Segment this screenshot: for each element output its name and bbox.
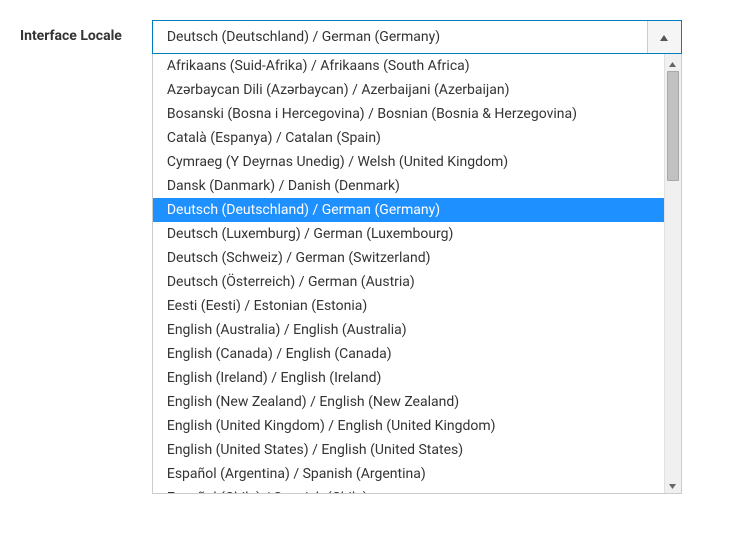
dropdown-selected-text: Deutsch (Deutschland) / German (Germany): [153, 29, 647, 45]
dropdown-option[interactable]: English (Canada) / English (Canada): [153, 342, 664, 366]
scrollbar-down-button[interactable]: [665, 476, 681, 493]
dropdown-option[interactable]: English (Ireland) / English (Ireland): [153, 366, 664, 390]
dropdown-toggle-button[interactable]: [647, 21, 681, 53]
scrollbar[interactable]: [664, 54, 681, 493]
dropdown-option[interactable]: Deutsch (Schweiz) / German (Switzerland): [153, 246, 664, 270]
dropdown-option[interactable]: English (United Kingdom) / English (Unit…: [153, 414, 664, 438]
scrollbar-track[interactable]: [665, 71, 681, 476]
chevron-up-icon: [660, 29, 668, 45]
dropdown-option[interactable]: English (New Zealand) / English (New Zea…: [153, 390, 664, 414]
locale-dropdown: Deutsch (Deutschland) / German (Germany)…: [152, 20, 682, 494]
dropdown-option[interactable]: Deutsch (Luxemburg) / German (Luxembourg…: [153, 222, 664, 246]
dropdown-option[interactable]: Español (Argentina) / Spanish (Argentina…: [153, 462, 664, 486]
scrollbar-up-button[interactable]: [665, 54, 681, 71]
dropdown-option[interactable]: English (United States) / English (Unite…: [153, 438, 664, 462]
dropdown-option[interactable]: Deutsch (Deutschland) / German (Germany): [153, 198, 664, 222]
dropdown-option[interactable]: Deutsch (Österreich) / German (Austria): [153, 270, 664, 294]
dropdown-option[interactable]: Cymraeg (Y Deyrnas Unedig) / Welsh (Unit…: [153, 150, 664, 174]
dropdown-selected[interactable]: Deutsch (Deutschland) / German (Germany): [152, 20, 682, 54]
dropdown-option[interactable]: Afrikaans (Suid-Afrika) / Afrikaans (Sou…: [153, 54, 664, 78]
form-row: Interface Locale Deutsch (Deutschland) /…: [20, 20, 730, 494]
field-label: Interface Locale: [20, 20, 122, 44]
dropdown-option[interactable]: Dansk (Danmark) / Danish (Denmark): [153, 174, 664, 198]
dropdown-option[interactable]: Azərbaycan Dili (Azərbaycan) / Azerbaija…: [153, 78, 664, 102]
dropdown-list-container: Afrikaans (Suid-Afrika) / Afrikaans (Sou…: [152, 54, 682, 494]
scrollbar-thumb[interactable]: [667, 71, 679, 181]
dropdown-option[interactable]: Bosanski (Bosna i Hercegovina) / Bosnian…: [153, 102, 664, 126]
dropdown-option[interactable]: English (Australia) / English (Australia…: [153, 318, 664, 342]
dropdown-option[interactable]: Eesti (Eesti) / Estonian (Estonia): [153, 294, 664, 318]
scroll-up-icon: [669, 55, 676, 71]
dropdown-option[interactable]: Español (Chile) / Spanish (Chile): [153, 486, 664, 493]
scroll-down-icon: [669, 477, 676, 493]
dropdown-option[interactable]: Català (Espanya) / Catalan (Spain): [153, 126, 664, 150]
dropdown-list: Afrikaans (Suid-Afrika) / Afrikaans (Sou…: [153, 54, 664, 493]
